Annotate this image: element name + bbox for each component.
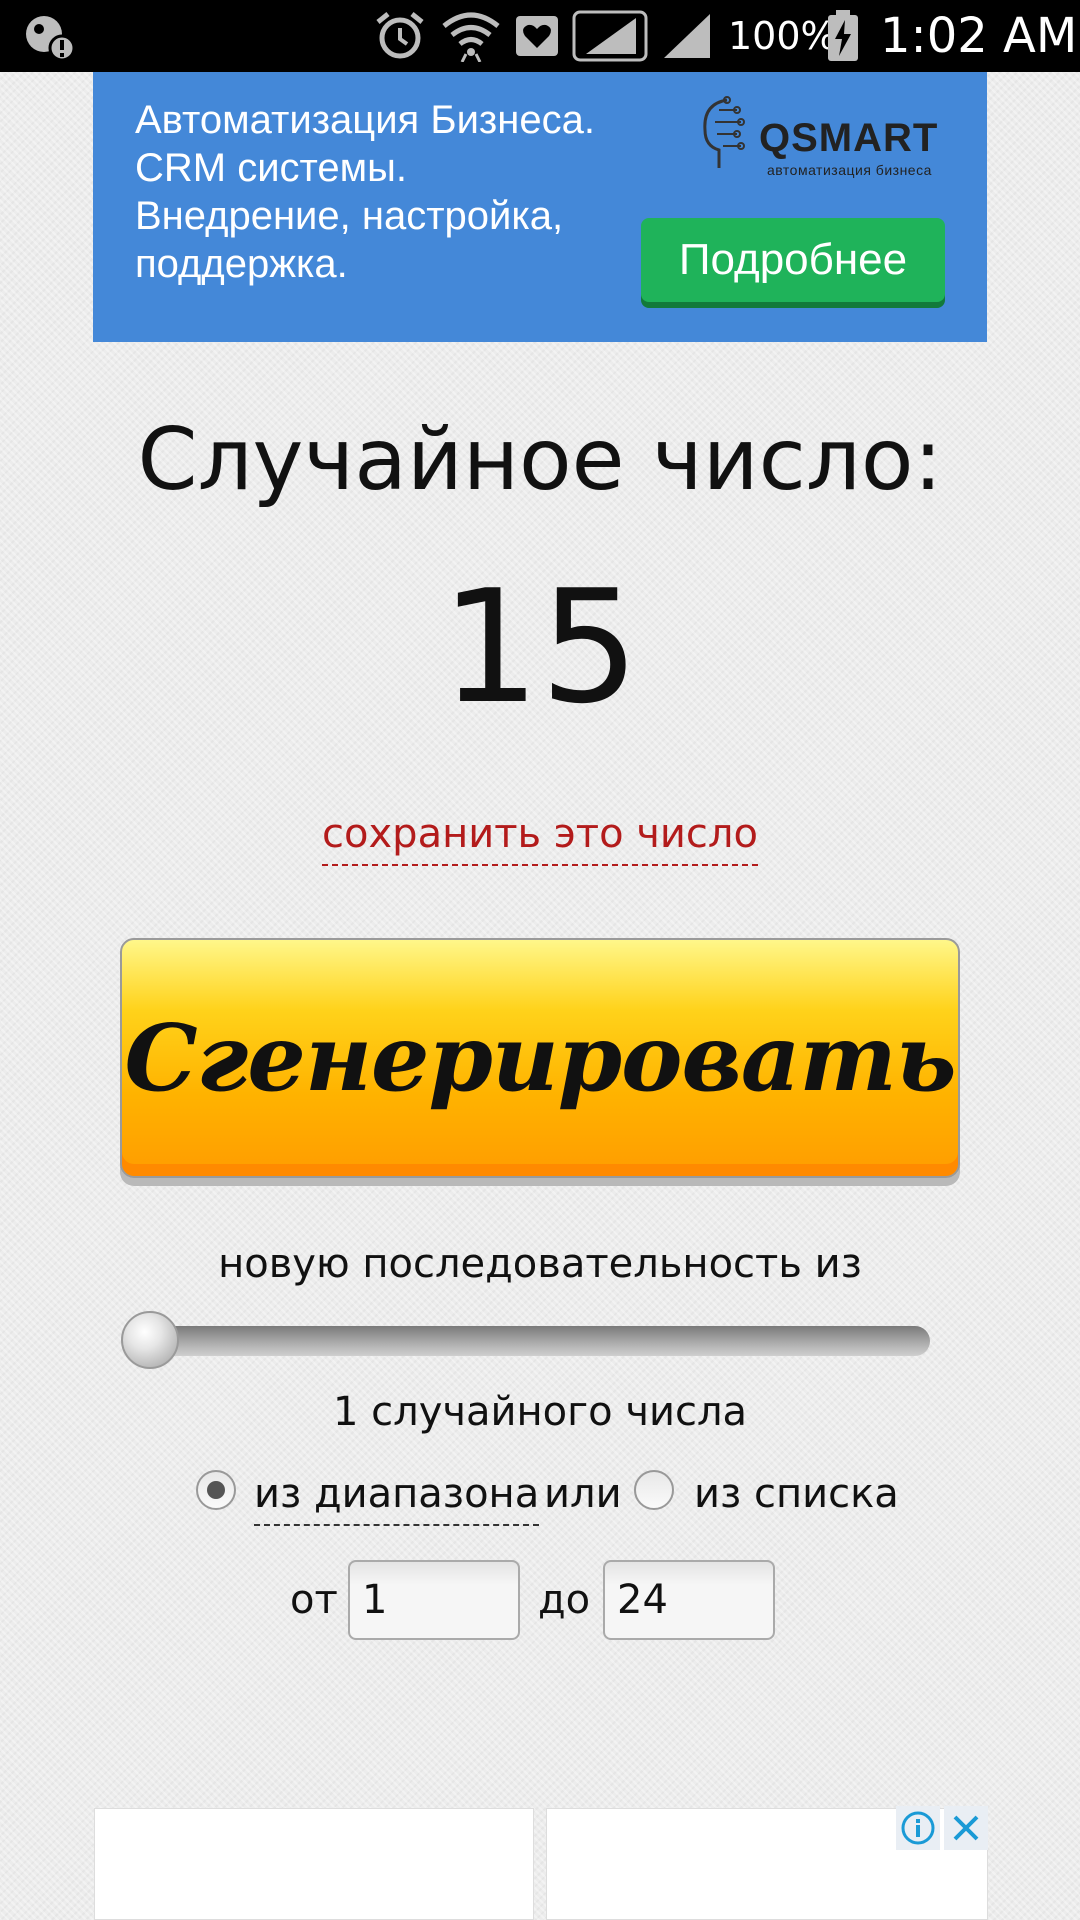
location-alert-icon [26, 16, 76, 62]
bottom-ad-panel[interactable] [94, 1808, 534, 1920]
ad-logo-name: QSMART [759, 116, 939, 160]
wifi-icon [442, 12, 500, 62]
ad-logo: QSMART автоматизация бизнеса [697, 90, 937, 190]
list-radio[interactable] [634, 1470, 674, 1510]
from-label: от [290, 1577, 338, 1623]
to-label: до [538, 1577, 591, 1623]
generate-button-label: Сгенерировать [124, 1004, 956, 1112]
to-input[interactable] [603, 1560, 775, 1640]
mode-selector: из диапазона или из списка [196, 1466, 956, 1530]
count-slider-thumb[interactable] [121, 1311, 179, 1369]
save-number-link[interactable]: сохранить это число [322, 806, 758, 866]
alarm-icon [376, 12, 424, 59]
ad-text: Автоматизация Бизнеса. CRM системы. Внед… [135, 98, 595, 286]
ad-logo-tagline: автоматизация бизнеса [767, 162, 932, 178]
generate-button[interactable]: Сгенерировать [120, 938, 960, 1178]
signal-icon [664, 14, 710, 58]
random-number: 15 [440, 556, 640, 738]
battery-charging-icon [828, 10, 858, 61]
from-input[interactable] [348, 1560, 520, 1640]
info-icon[interactable] [896, 1806, 940, 1850]
clock: 1:02 AM [880, 8, 1078, 64]
health-icon [516, 16, 558, 56]
save-link-container: сохранить это число [0, 806, 1080, 866]
status-bar: 100% 1:02 AM [0, 0, 1080, 72]
or-text: или [544, 1471, 622, 1517]
count-label: 1 случайного числа [332, 1389, 748, 1435]
list-radio-label[interactable]: из списка [694, 1466, 899, 1522]
ad-banner[interactable]: Автоматизация Бизнеса. CRM системы. Внед… [93, 72, 987, 342]
range-row: от до [0, 1560, 1080, 1640]
battery-percent: 100% [728, 14, 837, 58]
close-icon[interactable] [944, 1806, 988, 1850]
signal-icon [572, 10, 648, 62]
range-radio-label[interactable]: из диапазона [254, 1466, 540, 1526]
ad-details-button[interactable]: Подробнее [641, 218, 945, 302]
sequence-label: новую последовательность из [218, 1241, 862, 1287]
page-title: Случайное число: [137, 410, 943, 510]
bottom-ad[interactable] [94, 1808, 988, 1920]
range-radio[interactable] [196, 1470, 236, 1510]
count-slider-track[interactable] [128, 1326, 930, 1356]
